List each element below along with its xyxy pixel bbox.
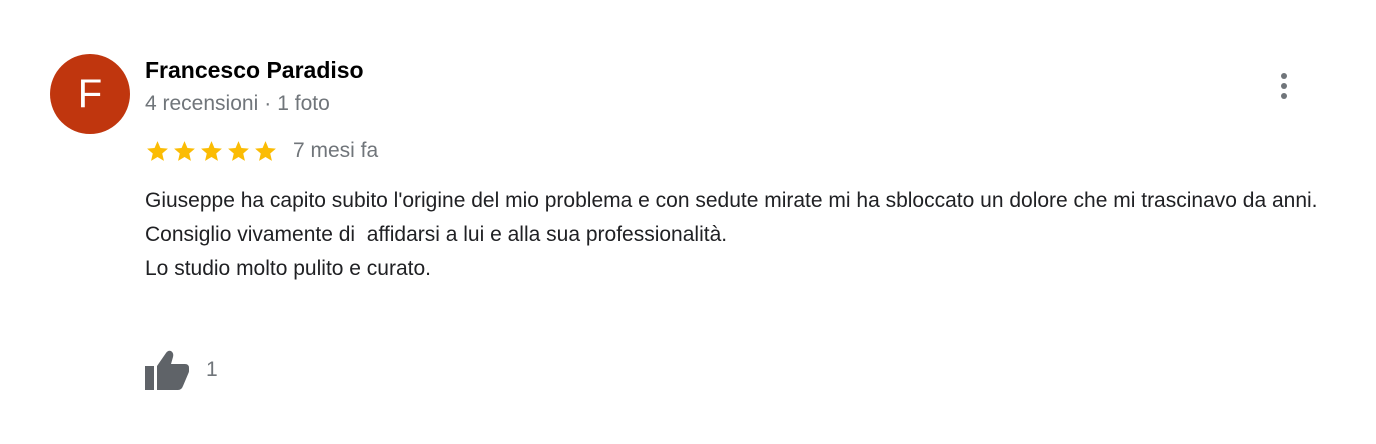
review-text-line: Giuseppe ha capito subito l'origine del … — [145, 189, 1318, 212]
star-icon — [174, 140, 195, 161]
star-icon — [255, 140, 276, 161]
rating-row: 7 mesi fa — [145, 136, 378, 166]
star-rating — [145, 139, 278, 164]
star-icon — [201, 140, 222, 161]
photos-count: 1 foto — [277, 92, 330, 115]
like-button[interactable]: 1 — [143, 348, 218, 392]
review-text: Giuseppe ha capito subito l'origine del … — [145, 184, 1355, 286]
thumb-up-icon — [145, 350, 189, 390]
avatar-letter: F — [77, 71, 103, 116]
review-date: 7 mesi fa — [293, 139, 379, 162]
more-vert-icon — [1281, 73, 1287, 99]
star-icon — [147, 140, 168, 161]
more-options-button[interactable] — [1268, 66, 1300, 106]
review-card: F Francesco Paradiso 4 recensioni · 1 fo… — [0, 0, 1376, 444]
review-text-line: Consiglio vivamente di affidarsi a lui e… — [145, 223, 728, 246]
avatar[interactable]: F — [50, 54, 130, 134]
review-text-line: Lo studio molto pulito e curato. — [145, 257, 432, 280]
author-name[interactable]: Francesco Paradiso — [145, 56, 364, 84]
author-meta: 4 recensioni · 1 foto — [145, 91, 330, 117]
reviews-count: 4 recensioni — [145, 92, 259, 115]
star-icon — [228, 140, 249, 161]
meta-separator: · — [264, 92, 272, 115]
like-count: 1 — [206, 358, 218, 381]
